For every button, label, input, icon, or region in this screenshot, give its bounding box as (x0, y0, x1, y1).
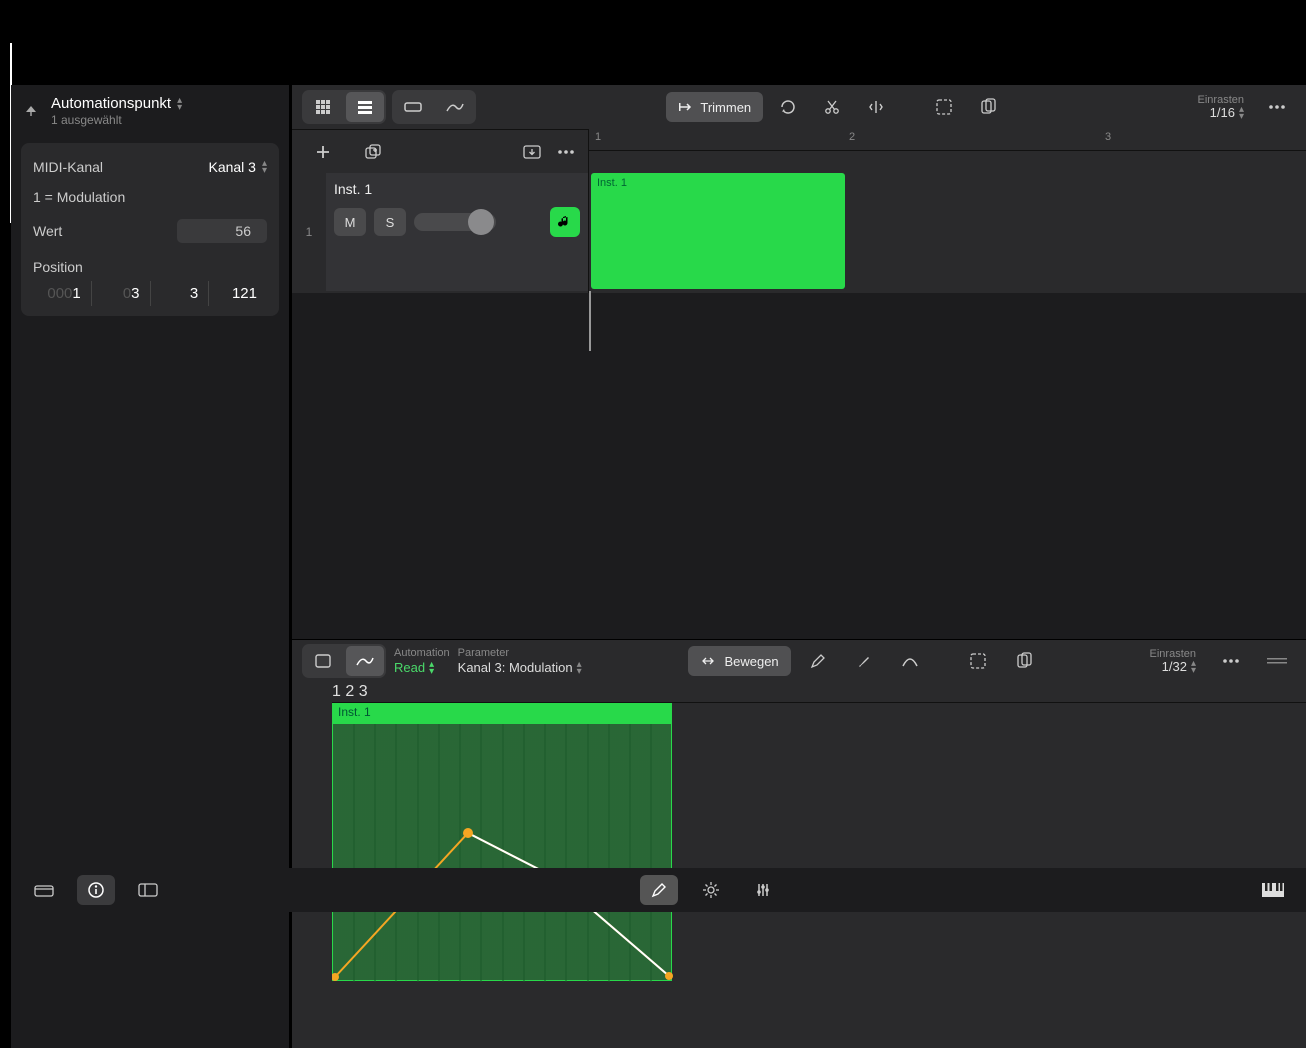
timeline-ruler[interactable]: 1 2 3 (589, 129, 1306, 151)
volume-slider[interactable] (414, 213, 496, 231)
scissors-button[interactable] (813, 92, 851, 122)
parameter-menu[interactable]: Parameter Kanal 3: Modulation▴▾ (458, 647, 582, 676)
track-list: 1 Inst. 1 M S (292, 173, 589, 293)
track-mode-group (392, 90, 476, 124)
editor-paste-button[interactable] (1005, 646, 1043, 676)
loop-button[interactable] (769, 92, 807, 122)
editor-snap-menu[interactable]: Einrasten 1/32▴▾ (1150, 648, 1196, 674)
inspector-title[interactable]: Automationspunkt ▴▾ (51, 95, 182, 112)
automation-point[interactable] (665, 972, 673, 980)
position-div: 3 (151, 281, 210, 306)
editor-toolbar: Automation Read▴▾ Parameter Kanal 3: Mod… (292, 639, 1306, 683)
ruler-tick: 1 (595, 131, 601, 143)
chevron-updown-icon: ▴▾ (1239, 106, 1244, 120)
mixer-button[interactable] (744, 875, 782, 905)
panels-button[interactable] (129, 875, 167, 905)
solo-button[interactable]: S (374, 208, 406, 236)
piano-keyboard-button[interactable] (1254, 875, 1292, 905)
automation-mode-menu[interactable]: Automation Read▴▾ (394, 647, 450, 676)
import-button[interactable] (522, 144, 542, 160)
mute-button[interactable]: M (334, 208, 366, 236)
info-button[interactable] (77, 875, 115, 905)
chevron-updown-icon: ▴▾ (262, 160, 267, 174)
pencil-tool-button[interactable] (799, 646, 837, 676)
tracks-empty-area[interactable] (292, 293, 1306, 639)
track-index: 1 (292, 173, 326, 291)
inspector-subtitle: 1 ausgewählt (51, 113, 182, 127)
pencil-edit-button[interactable] (640, 875, 678, 905)
chevron-updown-icon: ▴▾ (429, 661, 434, 675)
automation-mode-button[interactable] (436, 92, 474, 122)
clip-label: Inst. 1 (597, 177, 627, 189)
add-track-button[interactable] (304, 137, 342, 167)
position-ticks: 121 (209, 281, 267, 306)
inspector-body: MIDI-Kanal Kanal 3 ▴▾ 1 = Modulation Wer… (21, 143, 279, 316)
midi-channel-row[interactable]: MIDI-Kanal Kanal 3 ▴▾ (33, 151, 267, 183)
wert-label: Wert (33, 223, 62, 239)
ruler-tick: 1 (332, 683, 341, 700)
brush-tool-button[interactable] (845, 646, 883, 676)
paste-button[interactable] (969, 92, 1007, 122)
move-tool-button[interactable]: Bewegen (688, 646, 790, 676)
region-mode-button[interactable] (394, 92, 432, 122)
region-clip[interactable]: Inst. 1 (591, 173, 845, 289)
marquee-tool-button[interactable] (304, 646, 342, 676)
editor-select-button[interactable] (959, 646, 997, 676)
editor-more-button[interactable] (1212, 646, 1250, 676)
midi-channel-value: Kanal 3 ▴▾ (208, 159, 267, 175)
marquee-select-button[interactable] (925, 92, 963, 122)
chevron-updown-icon: ▴▾ (577, 661, 582, 675)
ruler-tick: 2 (849, 131, 855, 143)
top-toolbar: Trimmen Einrasten 1/16▴▾ (292, 85, 1306, 129)
bottom-toolbar (11, 868, 1306, 912)
drag-handle-icon[interactable] (1258, 646, 1296, 676)
collapse-arrow-icon[interactable] (23, 103, 41, 119)
editor-ruler[interactable]: 1 2 3 (332, 683, 1306, 703)
automation-tool-button[interactable] (346, 646, 384, 676)
automation-curve[interactable] (332, 721, 732, 1001)
ruler-tick: 3 (1105, 131, 1111, 143)
track-more-button[interactable] (556, 148, 576, 156)
wert-row: Wert 56 (33, 211, 267, 251)
track-header[interactable]: Inst. 1 M S (326, 173, 588, 291)
ruler-tick: 2 (345, 683, 354, 700)
track-row[interactable]: 1 Inst. 1 M S (292, 173, 588, 291)
timeline-lane[interactable]: Inst. 1 (589, 173, 1306, 293)
midi-channel-label: MIDI-Kanal (33, 159, 103, 175)
view-mode-group (302, 90, 386, 124)
tracks-panel: 1 Inst. 1 M S (292, 173, 1306, 293)
grid-view-button[interactable] (304, 92, 342, 122)
wert-value[interactable]: 56 (177, 219, 267, 243)
ruler-tick: 3 (359, 683, 368, 700)
split-join-button[interactable] (857, 92, 895, 122)
snap-menu[interactable]: Einrasten 1/16▴▾ (1198, 94, 1244, 120)
library-button[interactable] (25, 875, 63, 905)
editor-view-group (302, 644, 386, 678)
duplicate-track-button[interactable] (354, 137, 392, 167)
trim-button[interactable]: Trimmen (666, 92, 763, 122)
chevron-updown-icon: ▴▾ (1191, 660, 1196, 674)
more-button[interactable] (1258, 92, 1296, 122)
inspector-header: Automationspunkt ▴▾ 1 ausgewählt (11, 85, 289, 137)
chevron-updown-icon: ▴▾ (177, 97, 182, 111)
position-fields[interactable]: 0001 03 3 121 (33, 281, 267, 306)
position-bars: 0001 (33, 281, 92, 306)
position-beats: 03 (92, 281, 151, 306)
settings-gear-button[interactable] (692, 875, 730, 905)
param-name-row: 1 = Modulation (33, 183, 267, 211)
curve-tool-button[interactable] (891, 646, 929, 676)
list-view-button[interactable] (346, 92, 384, 122)
track-name: Inst. 1 (334, 181, 580, 197)
position-label-row: Position (33, 251, 267, 277)
editor-clip-header[interactable]: Inst. 1 (332, 703, 672, 723)
track-header-toolbar (292, 129, 589, 173)
playhead[interactable] (589, 291, 591, 351)
automation-point[interactable] (463, 828, 473, 838)
instrument-icon[interactable] (550, 207, 580, 237)
